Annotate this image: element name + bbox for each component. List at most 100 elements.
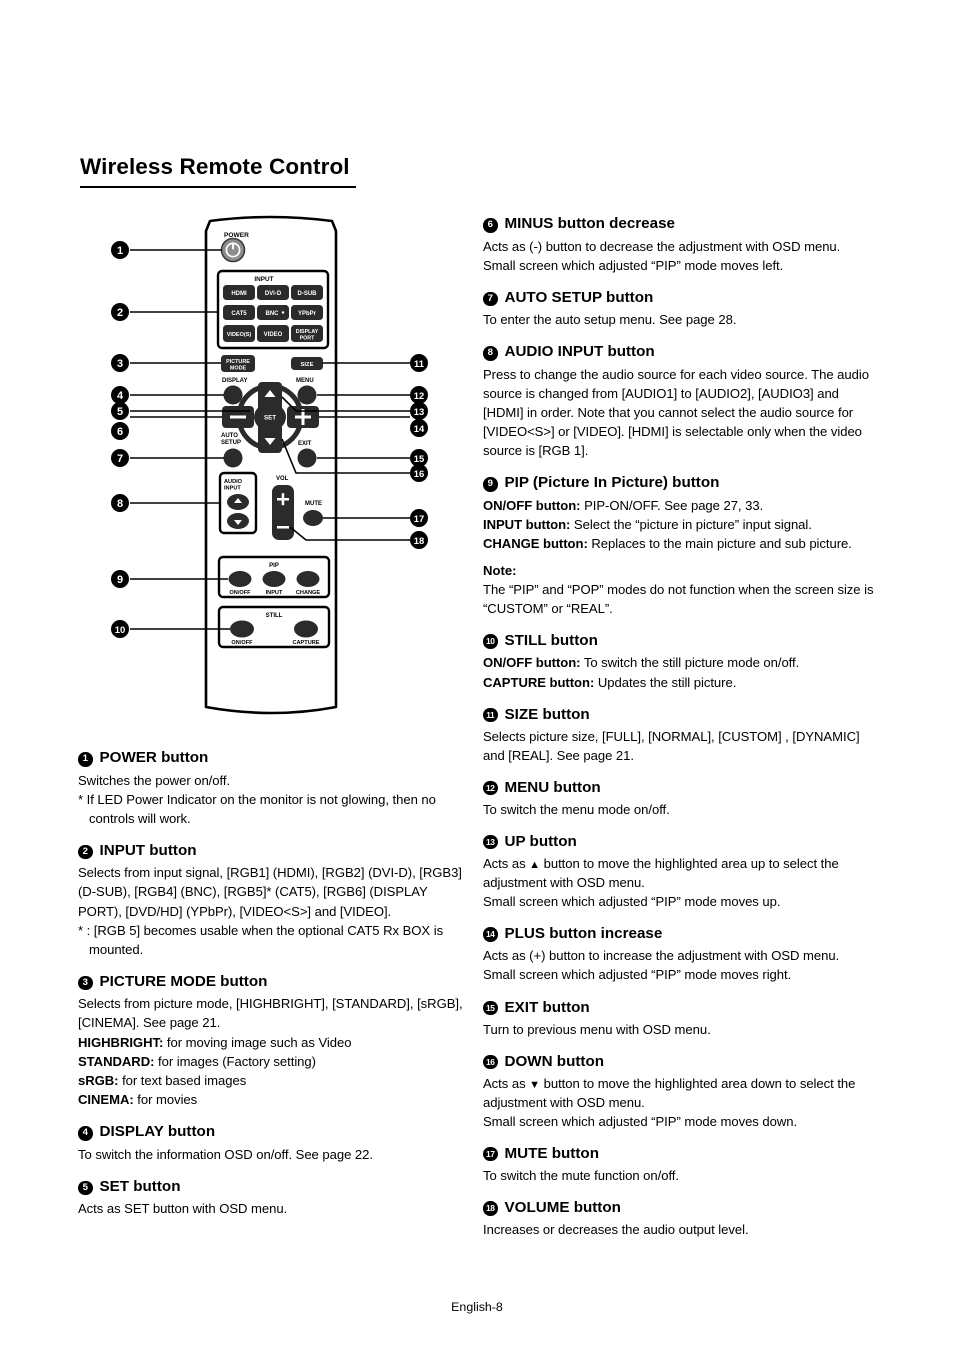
section-body-line: Press to change the audio source for eac…: [483, 366, 869, 459]
svg-text:8: 8: [117, 498, 123, 510]
section-number: 14: [483, 927, 498, 942]
picture-mode-srgb: sRGB: for text based images: [78, 1071, 470, 1090]
svg-text:CAT5: CAT5: [231, 311, 247, 317]
svg-text:9: 9: [117, 574, 123, 586]
svg-text:BNC: BNC: [266, 311, 280, 317]
svg-text:VIDEO: VIDEO: [264, 332, 283, 338]
note-heading: Note:: [483, 563, 517, 579]
picture-mode-highbright: HIGHBRIGHT: for moving image such as Vid…: [78, 1033, 470, 1052]
title-underline: [80, 185, 356, 188]
svg-text:INPUT: INPUT: [224, 486, 241, 492]
section-body-line: Selects from picture mode, [HIGHBRIGHT],…: [78, 996, 463, 1031]
section-number: 7: [483, 291, 498, 307]
svg-text:10: 10: [115, 624, 125, 635]
section-auto-setup-button: 7 AUTO SETUP button To enter the auto se…: [483, 288, 876, 330]
section-body-line: Selects picture size, [FULL], [NORMAL], …: [483, 728, 860, 763]
svg-text:POWER: POWER: [224, 232, 249, 239]
note-text: The “PIP” and “POP” modes do not functio…: [483, 582, 874, 617]
svg-text:MODE: MODE: [230, 366, 247, 372]
section-number: 3: [78, 975, 93, 991]
section-heading-text: PIP (Picture In Picture) button: [504, 474, 720, 492]
svg-text:14: 14: [414, 423, 425, 434]
remote-control-figure: .bbtn{fill:#2b2b2b;} .blbl{fill:#ffffff;…: [100, 215, 440, 735]
svg-text:ON/OFF: ON/OFF: [229, 590, 251, 596]
section-heading: 14 PLUS button increase: [483, 924, 876, 943]
pip-change-line: CHANGE button: Replaces to the main pict…: [483, 534, 876, 553]
callout-marker-13: 13: [410, 402, 428, 420]
section-number: 17: [483, 1146, 498, 1162]
svg-text:12: 12: [414, 390, 424, 401]
section-heading-text: MINUS button decrease: [504, 215, 675, 232]
svg-text:DVI-D: DVI-D: [265, 291, 282, 297]
term-description: for moving image such as Video: [163, 1034, 352, 1050]
svg-text:ON/OFF: ON/OFF: [231, 640, 253, 646]
svg-text:15: 15: [414, 453, 424, 464]
section-still-button: 10 STILL button ON/OFF button: To switch…: [483, 631, 876, 691]
term-label: ON/OFF button:: [483, 655, 581, 671]
section-body-line: Increases or decreases the audio output …: [483, 1222, 749, 1238]
callout-marker-2: 2: [111, 303, 129, 321]
section-number: 1: [78, 752, 93, 767]
section-heading-text: DISPLAY button: [99, 1123, 216, 1141]
term-description: PIP-ON/OFF. See page 27, 33.: [580, 497, 764, 513]
section-body-line: Small screen which adjusted “PIP” mode m…: [483, 1113, 798, 1129]
callout-marker-6: 6: [111, 422, 129, 440]
section-heading: 7 AUTO SETUP button: [483, 288, 876, 308]
section-body-line: To switch the menu mode on/off.: [483, 801, 670, 817]
term-label: CAPTURE button:: [483, 674, 595, 690]
section-number: 5: [78, 1180, 93, 1196]
callout-marker-11: 11: [410, 354, 428, 372]
right-text-column: 6 MINUS button decrease Acts as (-) butt…: [483, 214, 876, 1239]
section-display-button: 4 DISPLAY button To switch the informati…: [78, 1122, 470, 1164]
section-number: 18: [483, 1201, 498, 1216]
svg-text:MUTE: MUTE: [305, 501, 322, 507]
svg-text:17: 17: [414, 513, 424, 524]
svg-text:AUTO: AUTO: [221, 433, 238, 439]
section-heading: 13 UP button: [483, 832, 876, 851]
section-number: 11: [483, 707, 498, 723]
svg-text:PICTURE: PICTURE: [226, 359, 250, 365]
term-label: CINEMA:: [78, 1091, 134, 1107]
callout-marker-4: 4: [111, 386, 129, 404]
callout-marker-17: 17: [410, 509, 428, 527]
picture-mode-cinema: CINEMA: for movies: [78, 1090, 470, 1109]
section-number: 2: [78, 844, 93, 860]
section-heading-text: VOLUME button: [504, 1199, 621, 1217]
section-input-button: 2 INPUT button Selects from input signal…: [78, 841, 470, 959]
term-description: Replaces to the main picture and sub pic…: [587, 536, 852, 552]
section-number: 9: [483, 477, 498, 492]
svg-text:CAPTURE: CAPTURE: [292, 640, 319, 646]
picture-mode-standard: STANDARD: for images (Factory setting): [78, 1052, 470, 1071]
body-part-1: Acts as: [483, 1075, 530, 1091]
svg-text:3: 3: [117, 358, 123, 370]
document-page: Wireless Remote Control .bbtn{fill:#2b2b…: [0, 0, 954, 1351]
svg-text:6: 6: [117, 426, 123, 438]
section-mute-button: 17 MUTE button To switch the mute functi…: [483, 1144, 876, 1185]
section-heading-text: POWER button: [99, 749, 209, 766]
up-arrow-icon: ▲: [529, 858, 541, 871]
down-button-body: Acts as ▼ button to move the highlighted…: [483, 1074, 876, 1112]
section-heading-text: EXIT button: [504, 998, 590, 1016]
callout-marker-5: 5: [111, 402, 129, 420]
section-heading: 6 MINUS button decrease: [483, 214, 876, 234]
svg-text:AUDIO: AUDIO: [224, 479, 243, 485]
section-heading-text: STILL button: [504, 632, 598, 650]
section-minus-button: 6 MINUS button decrease Acts as (-) butt…: [483, 214, 876, 275]
section-number: 6: [483, 218, 498, 233]
section-up-button: 13 UP button Acts as ▲ button to move th…: [483, 832, 876, 911]
section-pip-button: 9 PIP (Picture In Picture) button ON/OFF…: [483, 473, 876, 618]
section-plus-button: 14 PLUS button increase Acts as (+) butt…: [483, 924, 876, 984]
section-body-line: Small screen which adjusted “PIP” mode m…: [483, 894, 781, 910]
svg-text:CHANGE: CHANGE: [296, 590, 321, 596]
svg-text:YPbPr: YPbPr: [298, 311, 317, 317]
section-number: 4: [78, 1126, 93, 1141]
input-buttons: HDMI DVI-D D-SUB CAT5 BNC YPbPr VIDEO(S): [223, 285, 323, 342]
callout-marker-10: 10: [111, 620, 129, 638]
section-heading: 4 DISPLAY button: [78, 1122, 470, 1142]
svg-text:5: 5: [117, 406, 123, 418]
callout-marker-16: 16: [410, 464, 428, 482]
callout-marker-7: 7: [111, 449, 129, 467]
svg-text:EXIT: EXIT: [298, 441, 312, 447]
section-heading: 3 PICTURE MODE button: [78, 972, 470, 992]
section-number: 16: [483, 1054, 498, 1070]
